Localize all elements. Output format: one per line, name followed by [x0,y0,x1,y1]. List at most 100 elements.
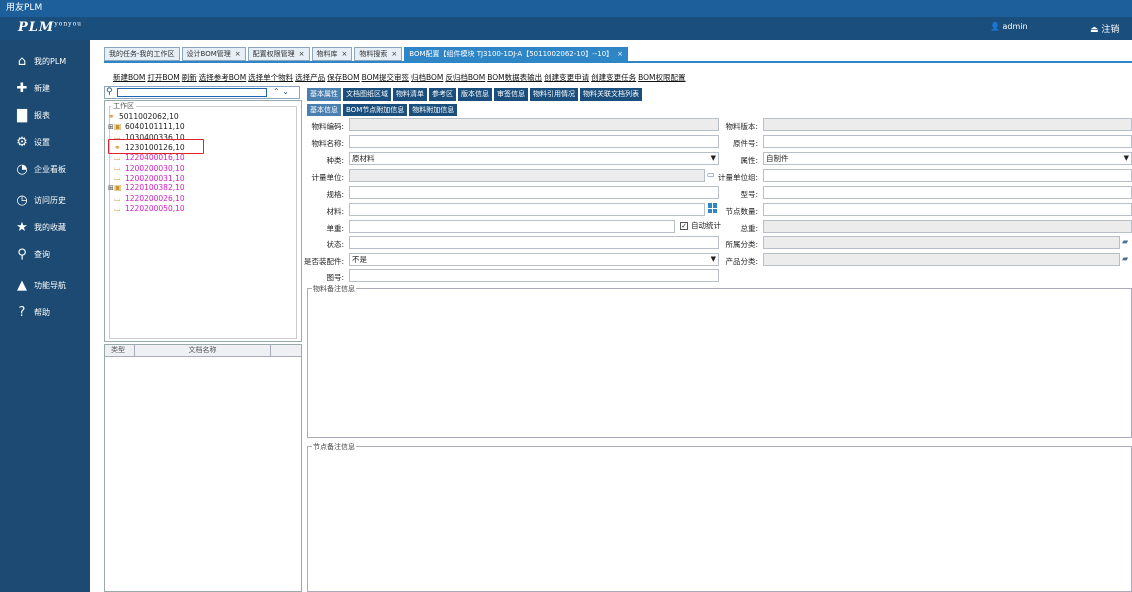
nav-item-chart[interactable]: ▇ 报表 [0,102,90,129]
info-tab-2[interactable]: 物料附加信息 [409,104,458,116]
tree-search-bar: ⚲ ⌃ ⌄ [104,86,300,99]
tab-3[interactable]: 物料库 × [311,47,353,61]
chart-icon: ▇ [17,108,27,123]
toolbar-link-8[interactable]: 归档BOM [411,73,443,82]
model-field[interactable] [763,186,1132,199]
weight-label: 单重: [326,224,344,233]
nodecount-label: 节点数量: [725,207,758,216]
tab-strip: 我的任务-我的工作区 设计BOM管理 × 配置权限管理 × 物料库 × 物料搜索 × BOM配置【… [104,47,1132,61]
toolbar-link-12[interactable]: 创建变更任务 [591,73,636,82]
nav-item-star[interactable]: ★ 我的收藏 [0,214,90,241]
nav-item-dashboard[interactable]: ◔ 企业看板 [0,156,90,183]
nav-item-gear[interactable]: ⚙ 设置 [0,129,90,156]
info-tab-0[interactable]: 基本信息 [307,104,341,116]
tab-5[interactable]: BOM配置【组件模块 TJ3100-1DJ-A【5011002062-10】--… [404,47,629,61]
tree-node[interactable]: ⌴ 1200200031,10 [108,173,185,183]
logout-button[interactable]: ⏏ 注销 [1090,22,1119,35]
tree-node[interactable]: ⌴ 1220200026,10 [108,194,185,204]
totalweight-field[interactable] [763,220,1132,233]
detail-tab-5[interactable]: 审签信息 [494,88,528,101]
window-title: 用友PLM [0,0,1132,17]
detail-tabs: 基本属性 文档图纸区域 物料清单 参考区 版本信息 审签信息 物料引用情况 物料关联文档列表 [307,88,642,101]
autocalc-checkbox[interactable]: ✓ 自动统计 [680,220,721,231]
tab-0[interactable]: 我的任务-我的工作区 [104,47,180,61]
close-icon[interactable]: × [342,50,348,58]
folder-icon[interactable]: ▰ [1122,237,1128,246]
tree-node[interactable]: ⚭ 5011002062,10 [108,112,179,121]
spec-field[interactable] [349,186,719,199]
toolbar-link-9[interactable]: 反归档BOM [445,73,485,82]
detail-tab-7[interactable]: 物料关联文档列表 [580,88,642,101]
unitgroup-field[interactable] [763,169,1132,182]
close-icon[interactable]: × [391,50,397,58]
toolbar-link-4[interactable]: 选择单个物料 [248,73,293,82]
toolbar-link-3[interactable]: 选择参考BOM [199,73,246,82]
prodcategory-field[interactable] [763,253,1120,266]
tree-search-input[interactable] [117,88,267,97]
home-icon: ⌂ [17,54,27,69]
version-field[interactable] [763,118,1132,131]
detail-tab-4[interactable]: 版本信息 [458,88,492,101]
assemble-select[interactable]: 不是 ▼ [349,253,719,266]
toolbar-link-5[interactable]: 选择产品 [295,73,325,82]
material-note-box[interactable]: 物料备注信息 [307,284,1132,438]
material-field[interactable] [349,203,705,216]
folder-icon[interactable]: ▰ [1122,254,1128,263]
status-label: 状态: [326,240,344,249]
nav-item-navigation[interactable]: ▲ 功能导航 [0,272,90,299]
detail-tab-0[interactable]: 基本属性 [307,88,341,101]
toolbar-link-0[interactable]: 新建BOM [113,73,145,82]
attr-select[interactable]: 自制件 ▼ [763,152,1132,165]
tab-2[interactable]: 配置权限管理 × [247,47,310,61]
drawing-field[interactable] [349,269,719,282]
unit-field[interactable] [349,169,705,182]
node-note-box[interactable]: 节点备注信息 [307,442,1132,592]
component-icon: ⌴ [114,152,121,162]
model-label: 型号: [740,190,758,199]
nav-item-home[interactable]: ⌂ 我的PLM [0,48,90,75]
doc-col-type[interactable]: 类型 [105,345,135,356]
unitgroup-label: 计量单位组: [717,173,758,182]
toolbar-link-7[interactable]: BOM提交审签 [362,73,409,82]
toolbar-link-1[interactable]: 打开BOM [147,73,179,82]
info-tabs: 基本信息 BOM节点附加信息 物料附加信息 [307,104,458,116]
nav-item-clock[interactable]: ◷ 访问历史 [0,187,90,214]
tab-1[interactable]: 设计BOM管理 × [181,47,246,61]
origin-field[interactable] [763,135,1132,148]
tree-node[interactable]: ⌴ 1220400016,10 [108,153,185,163]
nav-item-help[interactable]: ? 帮助 [0,299,90,326]
weight-field[interactable] [349,220,675,233]
tree-node[interactable]: ⊞ ▣ 6040101111,10 [108,122,185,131]
search-nav-arrows[interactable]: ⌃ ⌄ [273,87,289,96]
component-icon: ⌴ [114,203,121,213]
toolbar-link-13[interactable]: BOM权限配置 [638,73,685,82]
close-icon[interactable]: × [617,50,623,58]
detail-tab-3[interactable]: 参考区 [429,88,456,101]
kind-select[interactable]: 原材料 ▼ [349,152,719,165]
close-icon[interactable]: × [235,50,241,58]
name-field[interactable] [349,135,719,148]
tree-node[interactable]: ⌴ 1220200050,10 [108,204,185,214]
info-tab-1[interactable]: BOM节点附加信息 [343,104,408,116]
category-field[interactable] [763,236,1120,249]
doc-col-name[interactable]: 文档名称 [135,345,271,356]
search-icon: ⚲ [106,87,113,97]
nav-item-add[interactable]: ✚ 新建 [0,75,90,102]
code-label: 物料编码: [311,122,344,131]
toolbar-link-2[interactable]: 刷新 [182,73,197,82]
detail-tab-6[interactable]: 物料引用情况 [530,88,578,101]
close-icon[interactable]: × [299,50,305,58]
toolbar-link-6[interactable]: 保存BOM [327,73,359,82]
nav-item-search[interactable]: ⚲ 查询 [0,241,90,268]
detail-tab-1[interactable]: 文档图纸区域 [343,88,391,101]
nodecount-field[interactable] [763,203,1132,216]
code-field[interactable] [349,118,719,131]
user-menu[interactable]: 👤 admin [990,22,1028,31]
status-field[interactable] [349,236,719,249]
toolbar-link-10[interactable]: BOM数据表输出 [487,73,542,82]
tree-node[interactable]: ⊞ ▣ 1220100382,10 [108,183,185,192]
detail-tab-2[interactable]: 物料清单 [393,88,427,101]
tree-node[interactable]: ⌴ 1200200030,10 [108,163,185,173]
tab-4[interactable]: 物料搜索 × [354,47,403,61]
toolbar-link-11[interactable]: 创建变更申请 [544,73,589,82]
